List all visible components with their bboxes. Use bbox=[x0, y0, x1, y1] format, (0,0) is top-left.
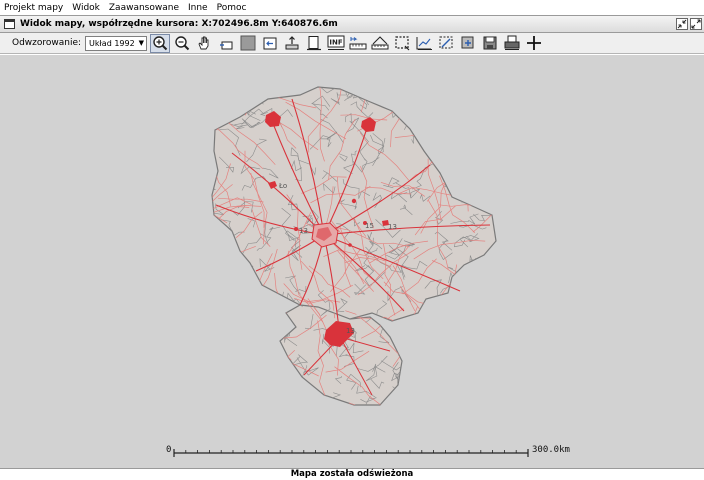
window-icon bbox=[4, 19, 15, 29]
info-icon: INF bbox=[327, 35, 345, 50]
crosshair-button[interactable] bbox=[524, 34, 544, 53]
pan-button[interactable] bbox=[194, 34, 214, 53]
projection-label: Odwzorowanie: bbox=[12, 38, 82, 48]
city-dot bbox=[351, 198, 357, 204]
projection-value: Układ 1992 bbox=[89, 38, 135, 48]
printer-icon bbox=[504, 35, 520, 50]
zoom-extent-button[interactable] bbox=[238, 34, 258, 53]
edit-icon bbox=[439, 36, 453, 49]
measure-distance-button[interactable] bbox=[348, 34, 368, 53]
edit-button[interactable] bbox=[436, 34, 456, 53]
select-rectangle-button[interactable] bbox=[392, 34, 412, 53]
projection-select[interactable]: Układ 1992 ▼ bbox=[85, 35, 148, 51]
city-dot bbox=[294, 227, 298, 231]
map-canvas[interactable]: Ło 13 15 13 13 0 300.0km bbox=[0, 55, 704, 468]
restore-icon bbox=[677, 19, 687, 29]
svg-text:INF: INF bbox=[329, 39, 342, 47]
layers-icon bbox=[461, 36, 474, 49]
city-label: 15 bbox=[365, 222, 374, 230]
map-toolbar: Odwzorowanie: Układ 1992 ▼ INF bbox=[0, 33, 704, 54]
menu-inne[interactable]: Inne bbox=[188, 3, 208, 13]
chart-icon bbox=[416, 37, 433, 50]
city-label: 13 bbox=[388, 223, 397, 231]
hand-icon bbox=[198, 36, 209, 50]
zoom-out-button[interactable] bbox=[172, 34, 192, 53]
info-button[interactable]: INF bbox=[326, 34, 346, 53]
scale-end-label: 300.0km bbox=[532, 445, 570, 455]
select-rectangle-icon bbox=[395, 36, 410, 51]
menu-projekt-mapy[interactable]: Projekt mapy bbox=[4, 3, 63, 13]
city-label: Ło bbox=[278, 182, 287, 190]
save-button[interactable] bbox=[480, 34, 500, 53]
chart-button[interactable] bbox=[414, 34, 434, 53]
maximize-button[interactable] bbox=[690, 18, 702, 30]
menu-pomoc[interactable]: Pomoc bbox=[217, 3, 247, 13]
menu-zaawansowane[interactable]: Zaawansowane bbox=[109, 3, 179, 13]
chevron-down-icon: ▼ bbox=[138, 39, 145, 47]
full-extent-icon bbox=[240, 35, 256, 51]
map-window-titlebar[interactable]: Widok mapy, współrzędne kursora: X:70249… bbox=[0, 15, 704, 33]
restore-button[interactable] bbox=[676, 18, 688, 30]
zoom-previous-button[interactable] bbox=[216, 34, 236, 53]
zoom-in-icon bbox=[153, 36, 168, 51]
crosshair-icon bbox=[527, 36, 542, 50]
scale-bar: 0 300.0km bbox=[166, 445, 570, 457]
zoom-previous-icon bbox=[220, 41, 233, 50]
export-button[interactable] bbox=[282, 34, 302, 53]
print-preview-button[interactable] bbox=[304, 34, 324, 53]
city-label: 13 bbox=[299, 227, 308, 235]
save-icon bbox=[483, 36, 497, 50]
menu-bar: Projekt mapy Widok Zaawansowane Inne Pom… bbox=[0, 0, 704, 15]
scale-start-label: 0 bbox=[166, 445, 171, 455]
window-title: Widok mapy, współrzędne kursora: X:70249… bbox=[20, 19, 338, 29]
ruler-icon bbox=[349, 37, 367, 50]
print-button[interactable] bbox=[502, 34, 522, 53]
city-dot bbox=[348, 243, 352, 247]
status-message: Mapa została odświeżona bbox=[290, 469, 414, 479]
map-drawing: Ło 13 15 13 13 0 300.0km bbox=[166, 86, 570, 457]
refresh-icon bbox=[263, 37, 277, 50]
measure-area-button[interactable] bbox=[370, 34, 390, 53]
refresh-button[interactable] bbox=[260, 34, 280, 53]
layers-button[interactable] bbox=[458, 34, 478, 53]
zoom-in-button[interactable] bbox=[150, 33, 171, 53]
menu-widok[interactable]: Widok bbox=[72, 3, 100, 13]
maximize-icon bbox=[691, 19, 701, 29]
export-icon bbox=[285, 36, 299, 50]
status-bar: Mapa została odświeżona bbox=[0, 468, 704, 480]
city-label: 13 bbox=[346, 327, 355, 335]
area-icon bbox=[371, 36, 389, 50]
page-icon bbox=[307, 36, 322, 51]
zoom-out-icon bbox=[175, 36, 190, 51]
